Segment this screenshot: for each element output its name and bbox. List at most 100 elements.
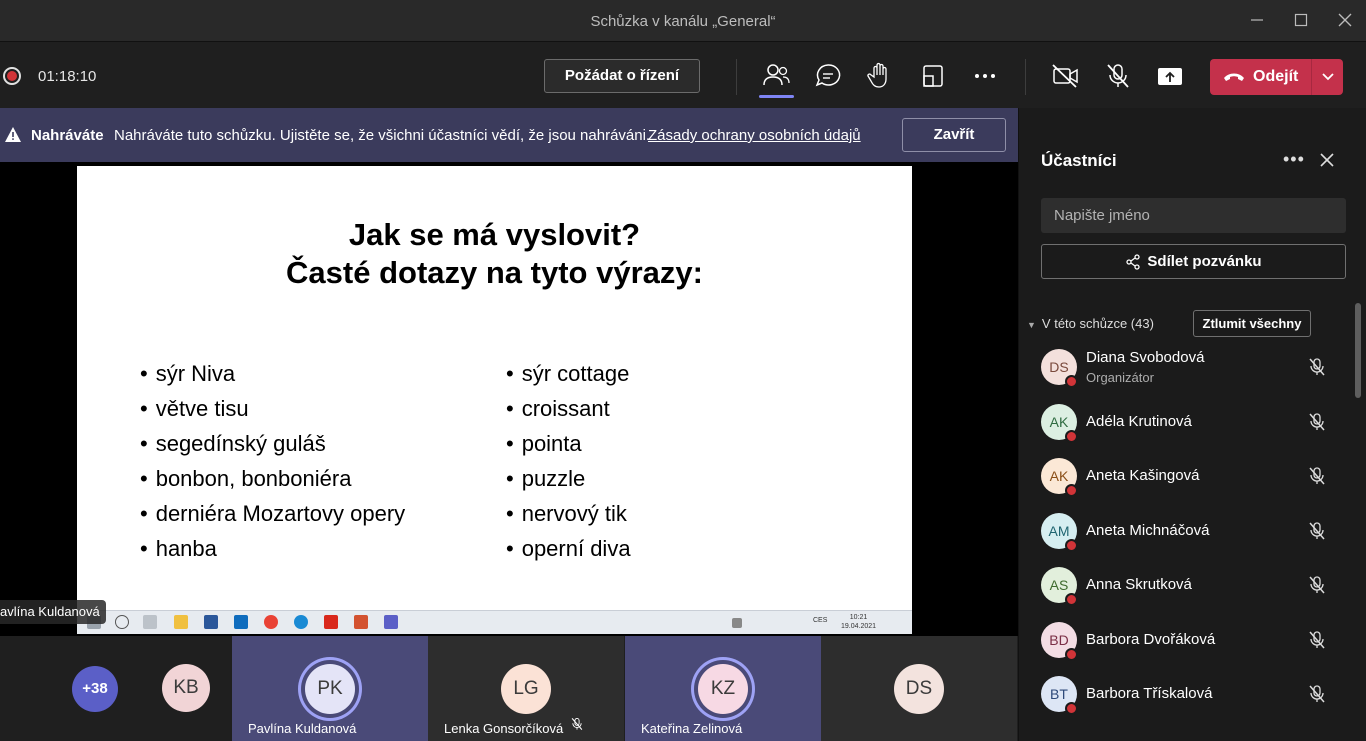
chat-icon[interactable]	[810, 60, 846, 92]
leave-main-button[interactable]: Odejít	[1210, 59, 1310, 95]
participant-row[interactable]: AK Adéla Krutinová	[1019, 395, 1354, 449]
mic-off-icon[interactable]	[1307, 575, 1327, 600]
participant-row[interactable]: AK Aneta Kašingová	[1019, 449, 1354, 503]
slide-title-line-2: Časté dotazy na tyto výrazy:	[286, 255, 703, 290]
avatar: KB	[162, 664, 210, 712]
slide-bullets-right: sýr cottagecroissantpointapuzzlenervový …	[506, 356, 631, 566]
recording-dot-icon	[3, 67, 21, 85]
chrome-icon	[264, 615, 278, 629]
mute-all-button[interactable]: Ztlumit všechny	[1193, 310, 1311, 337]
search-icon	[115, 615, 129, 629]
participant-row[interactable]: BD Barbora Dvořáková	[1019, 613, 1354, 667]
tray-language: CES	[813, 617, 828, 624]
mic-off-icon[interactable]	[1307, 412, 1327, 437]
leave-button[interactable]: Odejít	[1210, 59, 1343, 95]
more-actions-icon[interactable]	[967, 60, 1003, 92]
banner-text: Nahráváte tuto schůzku. Ujistěte se, že …	[114, 127, 651, 144]
participant-row[interactable]: BT Barbora Třískalová	[1019, 667, 1354, 721]
video-tile[interactable]: LG Lenka Gonsorčíková	[428, 636, 624, 741]
participant-row[interactable]: AS Anna Skrutková	[1019, 558, 1354, 612]
shared-screen-stage: Jak se má vyslovit? Časté dotazy na tyto…	[0, 162, 1018, 636]
presence-status-dot	[1065, 702, 1078, 715]
toolbar-divider	[1025, 59, 1026, 95]
video-tile[interactable]: DS	[821, 636, 1017, 741]
meeting-toolbar: 01:18:10 Požádat o řízení Odejít	[0, 43, 1366, 108]
hang-up-icon	[1224, 73, 1244, 81]
participant-role: Organizátor	[1086, 370, 1154, 385]
banner-close-button[interactable]: Zavřít	[902, 118, 1006, 152]
leave-options-chevron-icon[interactable]	[1314, 59, 1342, 95]
meeting-timer: 01:18:10	[38, 68, 97, 85]
mic-off-icon[interactable]	[1100, 60, 1136, 92]
warning-icon	[5, 127, 21, 142]
slide-title: Jak se má vyslovit? Časté dotazy na tyto…	[77, 216, 912, 292]
mic-off-icon[interactable]	[1307, 466, 1327, 491]
request-control-button[interactable]: Požádat o řízení	[544, 59, 700, 93]
powerpoint-icon	[354, 615, 368, 629]
banner-title: Nahráváte	[31, 127, 104, 144]
leave-divider	[1311, 59, 1312, 95]
close-icon[interactable]	[1330, 8, 1360, 34]
outlook-icon	[234, 615, 248, 629]
presence-status-dot	[1065, 375, 1078, 388]
in-meeting-section-toggle[interactable]: ▼ V této schůzce (43)	[1027, 316, 1154, 331]
maximize-icon[interactable]	[1286, 8, 1316, 34]
avatar: DS	[894, 664, 944, 714]
slide-bullets-left: sýr Nivavětve tisusegedínský gulášbonbon…	[140, 356, 405, 566]
presenter-name-tag: avlína Kuldanová	[0, 600, 106, 624]
share-invite-button[interactable]: Sdílet pozvánku	[1041, 244, 1346, 279]
participant-search-input[interactable]	[1041, 198, 1346, 233]
panel-more-options-icon[interactable]: •••	[1283, 149, 1305, 170]
window-title: Schůzka v kanálu „General“	[590, 13, 776, 30]
shared-windows-taskbar: CES 10:21 19.04.2021	[77, 610, 912, 634]
participant-name: Aneta Michnáčová	[1086, 521, 1210, 539]
participant-name: Adéla Krutinová	[1086, 412, 1192, 430]
tray-date: 19.04.2021	[841, 623, 877, 630]
more-participants-badge[interactable]: +38	[72, 666, 118, 712]
video-tile[interactable]: PK Pavlína Kuldanová	[232, 636, 428, 741]
participant-name: Aneta Kašingová	[1086, 467, 1200, 484]
participant-name: Barbora Třískalová	[1086, 685, 1213, 702]
panel-title: Účastníci	[1041, 151, 1117, 170]
participant-name: Diana Svobodová	[1086, 349, 1205, 366]
tray-clock: 10:21 19.04.2021	[841, 613, 876, 631]
participant-row[interactable]: DS Diana Svobodová Organizátor	[1019, 340, 1354, 394]
participant-name: Barbora Dvořáková	[1086, 630, 1216, 648]
avatar: KZ	[698, 664, 748, 714]
word-icon	[204, 615, 218, 629]
presence-status-dot	[1065, 647, 1078, 661]
mic-off-icon[interactable]	[1307, 630, 1327, 655]
slide-bullet-item: sýr Niva	[140, 356, 405, 391]
panel-scrollbar[interactable]	[1355, 303, 1361, 398]
task-view-icon	[143, 615, 157, 629]
view-layout-icon[interactable]	[915, 60, 951, 92]
skype-icon	[294, 615, 308, 629]
participants-icon[interactable]	[758, 60, 794, 92]
mic-off-icon[interactable]	[1307, 684, 1327, 709]
avatar: PK	[305, 664, 355, 714]
title-bar: Schůzka v kanálu „General“	[0, 0, 1366, 42]
panel-close-icon[interactable]	[1319, 152, 1335, 173]
share-screen-icon[interactable]	[1152, 60, 1188, 92]
tile-name: Kateřina Zelinová	[641, 721, 743, 736]
presentation-slide: Jak se má vyslovit? Časté dotazy na tyto…	[77, 166, 912, 610]
video-tile[interactable]: KZ Kateřina Zelinová	[625, 636, 821, 741]
participant-row[interactable]: AM Aneta Michnáčová	[1019, 504, 1354, 558]
tile-name: Pavlína Kuldanová	[248, 721, 357, 736]
mic-off-icon[interactable]	[1307, 521, 1327, 546]
video-tile[interactable]: KB	[134, 636, 232, 741]
slide-bullet-item: sýr cottage	[506, 356, 631, 391]
slide-bullet-item: větve tisu	[140, 391, 405, 426]
share-icon	[1126, 254, 1140, 270]
privacy-policy-link[interactable]: Zásady ochrany osobních údajů	[648, 127, 861, 144]
participants-panel: Účastníci ••• Sdílet pozvánku ▼ V této sc…	[1018, 108, 1366, 741]
minimize-icon[interactable]	[1242, 8, 1272, 34]
raise-hand-icon[interactable]	[862, 60, 898, 92]
presence-status-dot	[1065, 484, 1078, 497]
camera-off-icon[interactable]	[1047, 60, 1083, 92]
avatar: LG	[501, 664, 551, 714]
active-tab-indicator	[759, 95, 794, 98]
slide-bullet-item: bonbon, bonboniéra	[140, 461, 405, 496]
slide-bullet-item: derniéra Mozartovy opery	[140, 496, 405, 531]
mic-off-icon[interactable]	[1307, 357, 1327, 382]
